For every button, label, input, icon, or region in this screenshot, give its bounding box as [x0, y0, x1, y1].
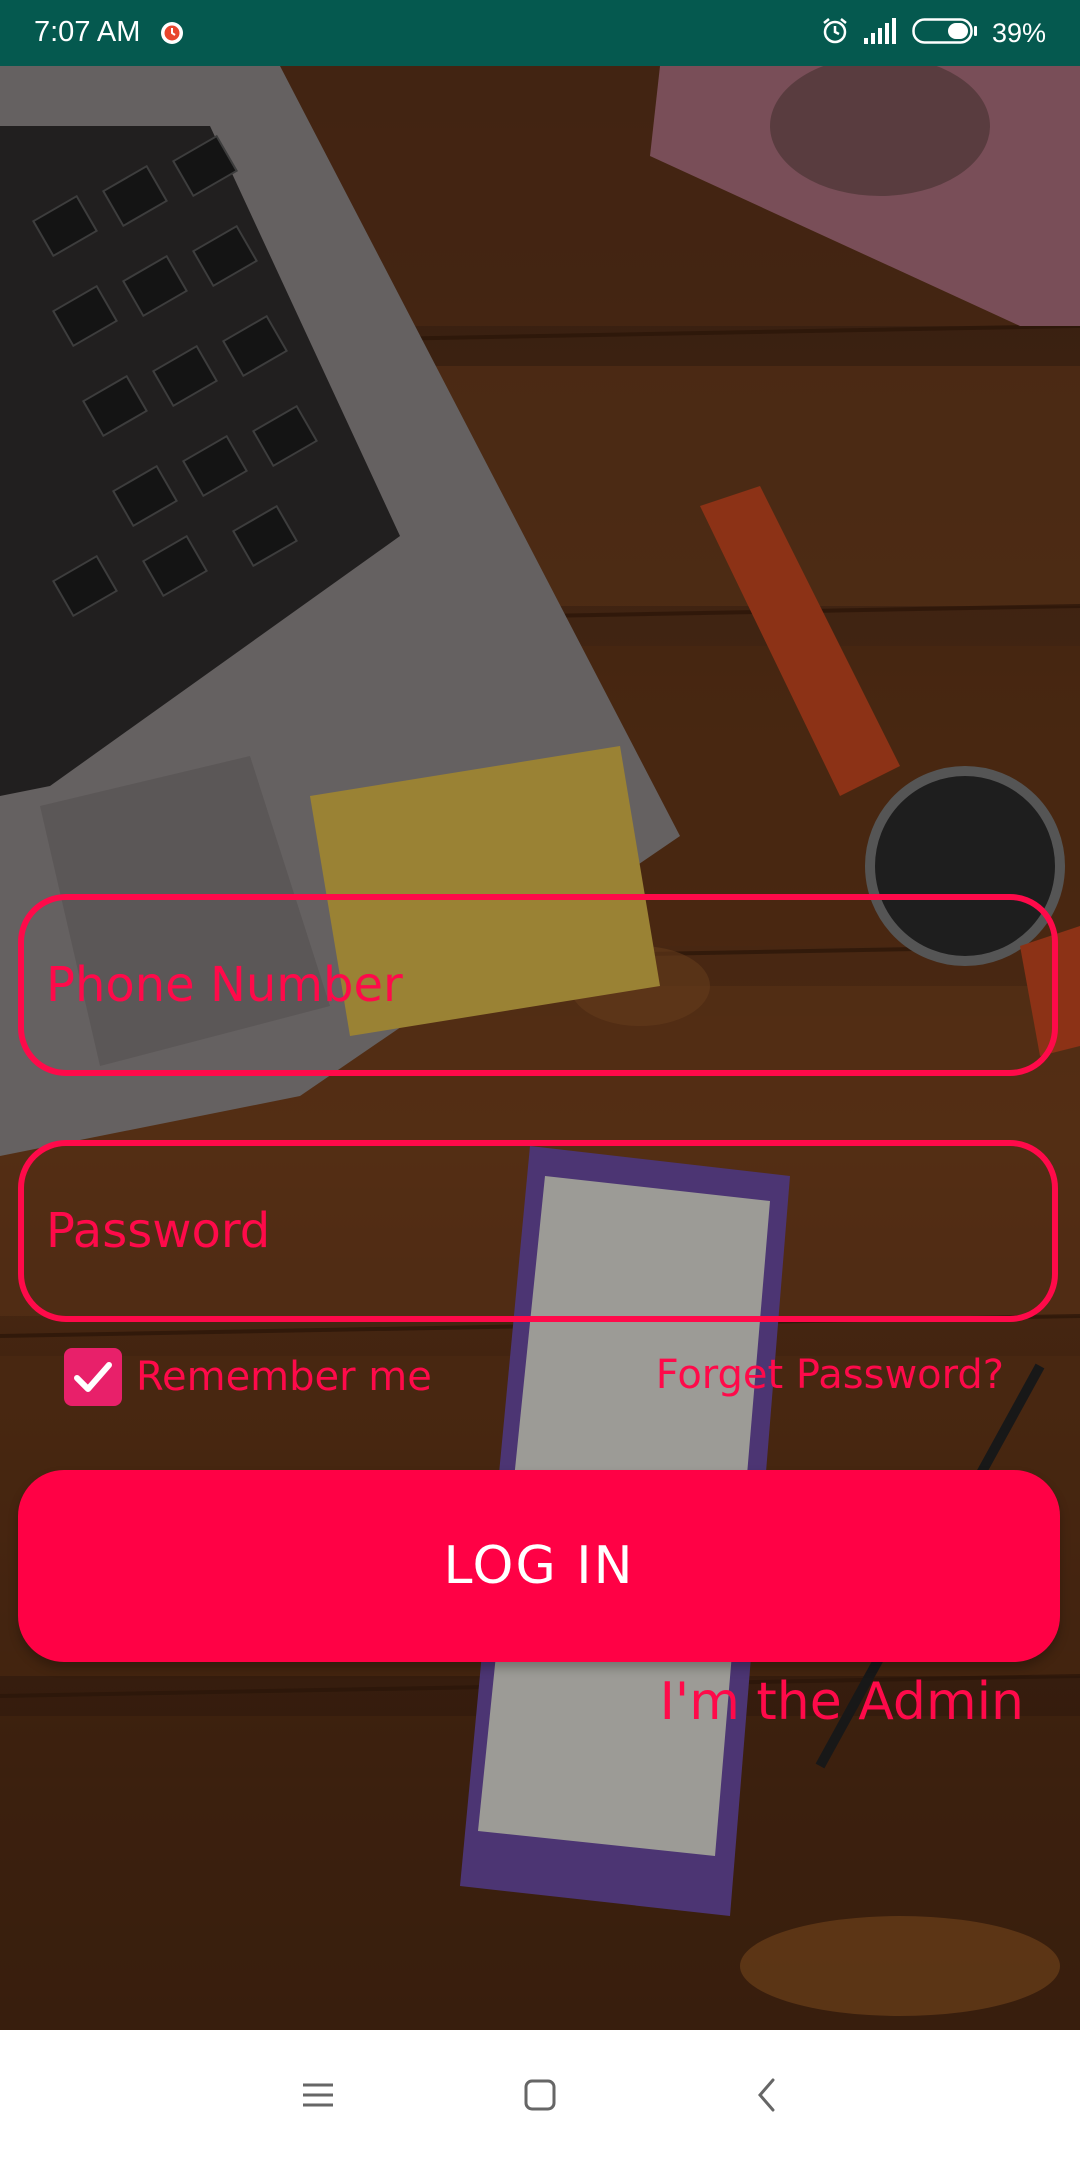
phone-number-field[interactable] — [18, 894, 1058, 1076]
remember-me-row[interactable]: Remember me — [64, 1348, 432, 1406]
status-time: 7:07 AM — [34, 16, 141, 48]
navigation-bar — [0, 2030, 1080, 2160]
forget-password-link[interactable]: Forget Password? — [656, 1352, 1004, 1398]
login-screen: 7:07 AM 39% Phone Number Remember me For… — [0, 0, 1080, 2160]
admin-link[interactable]: I'm the Admin — [660, 1672, 1024, 1732]
password-field[interactable] — [18, 1140, 1058, 1322]
back-icon[interactable] — [742, 2070, 792, 2120]
password-input[interactable] — [46, 1146, 1036, 1316]
remember-me-checkbox[interactable] — [64, 1348, 122, 1406]
checkmark-icon — [74, 1362, 112, 1392]
login-button[interactable]: LOG IN — [18, 1470, 1060, 1662]
battery-percent: 39% — [991, 17, 1046, 48]
remember-me-label: Remember me — [136, 1354, 432, 1400]
battery-icon — [912, 17, 978, 49]
menu-icon[interactable] — [293, 2070, 343, 2120]
alarm-clock-icon — [820, 16, 850, 50]
status-icons: 39% — [820, 15, 1046, 51]
signal-icon — [863, 18, 898, 48]
phone-number-input[interactable] — [46, 900, 1036, 1070]
status-bar: 7:07 AM 39% — [0, 0, 1080, 66]
home-icon[interactable] — [515, 2070, 565, 2120]
alarm-icon — [158, 18, 186, 46]
